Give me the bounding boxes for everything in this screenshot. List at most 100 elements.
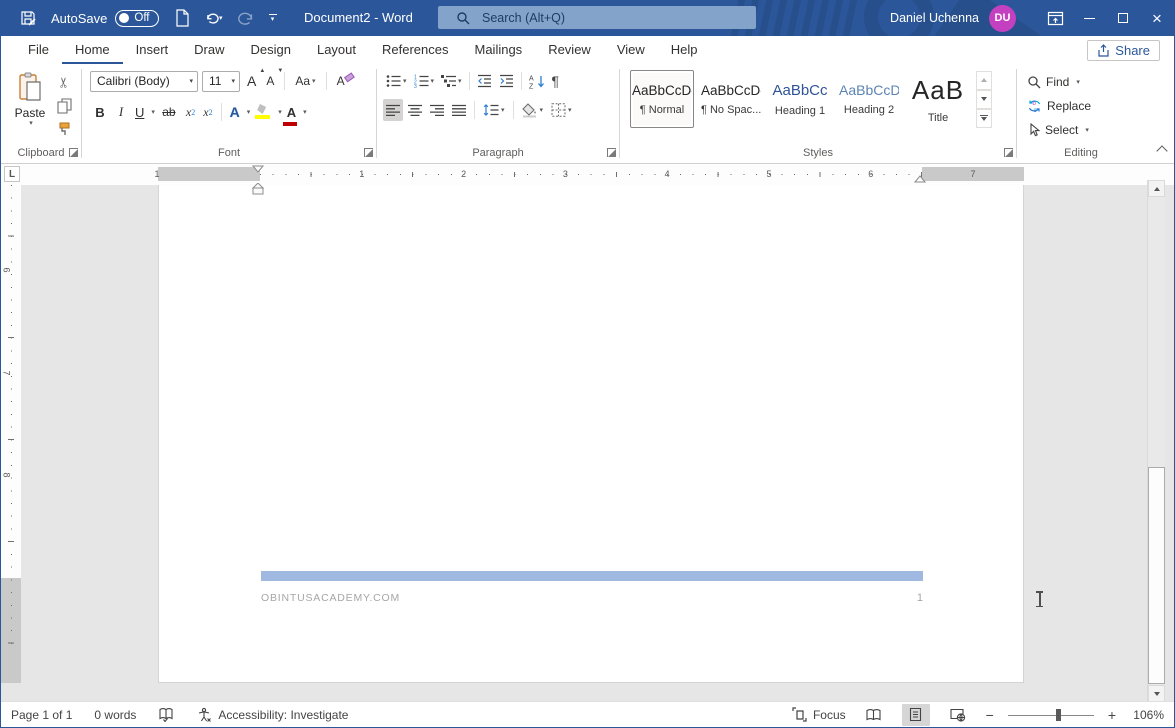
- tab-insert[interactable]: Insert: [123, 36, 182, 64]
- tab-home[interactable]: Home: [62, 36, 123, 64]
- tab-design[interactable]: Design: [238, 36, 304, 64]
- style-heading1[interactable]: AaBbCc Heading 1: [768, 70, 832, 128]
- tab-draw[interactable]: Draw: [181, 36, 237, 64]
- shading-button[interactable]: ▾: [519, 99, 547, 121]
- new-document-icon[interactable]: [173, 9, 191, 27]
- zoom-in-button[interactable]: +: [1108, 707, 1116, 723]
- highlight-color-button[interactable]: [252, 101, 274, 123]
- zoom-out-button[interactable]: −: [986, 707, 994, 723]
- clear-formatting-button[interactable]: A: [334, 70, 357, 92]
- copy-button[interactable]: [53, 96, 75, 116]
- text-effects-button[interactable]: A: [227, 101, 243, 123]
- accessibility-checker[interactable]: Accessibility: Investigate: [196, 707, 348, 723]
- zoom-percentage[interactable]: 106%: [1130, 708, 1164, 722]
- maximize-button[interactable]: [1106, 0, 1140, 36]
- font-dialog-launcher[interactable]: [364, 148, 373, 157]
- cut-button[interactable]: ✂: [53, 72, 75, 92]
- font-color-chevron-icon[interactable]: ▾: [303, 109, 307, 116]
- increase-indent-button[interactable]: [496, 70, 517, 92]
- text-effects-chevron-icon[interactable]: ▾: [247, 109, 251, 116]
- bold-button[interactable]: B: [90, 101, 110, 123]
- document-page[interactable]: OBINTUSACADEMY.COM 1: [158, 185, 1024, 683]
- read-mode-button[interactable]: [860, 704, 888, 726]
- tab-review[interactable]: Review: [535, 36, 604, 64]
- italic-button[interactable]: I: [112, 101, 130, 123]
- paragraph-dialog-launcher[interactable]: [607, 148, 616, 157]
- tab-stop-selector[interactable]: L: [4, 166, 20, 182]
- paste-button[interactable]: Paste ▾: [11, 72, 49, 138]
- style-normal[interactable]: AaBbCcDc ¶ Normal: [630, 70, 694, 128]
- justify-button[interactable]: [449, 99, 469, 121]
- styles-dialog-launcher[interactable]: [1004, 148, 1013, 157]
- scrollbar-thumb[interactable]: [1148, 467, 1165, 684]
- minimize-button[interactable]: [1072, 0, 1106, 36]
- font-color-button[interactable]: A: [284, 101, 299, 123]
- multilevel-list-button[interactable]: ▾: [438, 70, 465, 92]
- style-no-spacing[interactable]: AaBbCcDc ¶ No Spac...: [699, 70, 763, 128]
- share-button[interactable]: Share: [1087, 40, 1160, 61]
- underline-chevron-icon[interactable]: ▾: [151, 109, 155, 116]
- sort-button[interactable]: A Z: [526, 70, 548, 92]
- right-indent-marker[interactable]: [914, 175, 926, 183]
- zoom-slider-thumb[interactable]: [1056, 709, 1061, 721]
- focus-button[interactable]: Focus: [792, 707, 846, 722]
- collapse-ribbon-icon[interactable]: [1156, 145, 1167, 156]
- proofing-errors-button[interactable]: [158, 707, 174, 722]
- user-name[interactable]: Daniel Uchenna: [890, 11, 979, 25]
- scroll-up-button[interactable]: [1148, 180, 1165, 197]
- first-line-indent-marker[interactable]: [252, 165, 264, 173]
- change-case-button[interactable]: Aa▾: [292, 70, 318, 92]
- replace-button[interactable]: bc Replace: [1027, 94, 1145, 118]
- styles-scroll-down-button[interactable]: [976, 90, 992, 109]
- tab-mailings[interactable]: Mailings: [462, 36, 536, 64]
- clipboard-dialog-launcher[interactable]: [69, 148, 78, 157]
- numbering-button[interactable]: 123 ▾: [411, 70, 438, 92]
- undo-chevron-icon[interactable]: ▾: [219, 15, 223, 22]
- ribbon-display-options-button[interactable]: [1038, 0, 1072, 36]
- avatar[interactable]: DU: [989, 5, 1016, 32]
- tab-view[interactable]: View: [604, 36, 658, 64]
- highlight-chevron-icon[interactable]: ▾: [278, 109, 282, 116]
- left-indent-marker[interactable]: [252, 183, 264, 195]
- undo-button[interactable]: ▾: [205, 9, 223, 27]
- line-spacing-button[interactable]: ▾: [480, 99, 508, 121]
- borders-button[interactable]: ▾: [548, 99, 575, 121]
- vertical-scrollbar[interactable]: [1147, 180, 1165, 702]
- bullets-button[interactable]: ▾: [383, 70, 410, 92]
- tab-layout[interactable]: Layout: [304, 36, 369, 64]
- grow-font-button[interactable]: A▲: [244, 70, 259, 92]
- tab-help[interactable]: Help: [658, 36, 711, 64]
- strikethrough-button[interactable]: ab: [157, 101, 181, 123]
- shrink-font-button[interactable]: A▼: [263, 70, 277, 92]
- superscript-button[interactable]: x2: [200, 101, 215, 123]
- web-layout-button[interactable]: [944, 704, 972, 726]
- tab-references[interactable]: References: [369, 36, 461, 64]
- customize-quick-access-toolbar-icon[interactable]: ▾: [269, 14, 277, 23]
- show-hide-pilcrow-button[interactable]: ¶: [549, 70, 563, 92]
- font-family-combobox[interactable]: Calibri (Body)▾: [90, 71, 198, 92]
- subscript-button[interactable]: x2: [183, 101, 198, 123]
- font-size-combobox[interactable]: 11▾: [202, 71, 240, 92]
- search-input[interactable]: Search (Alt+Q): [438, 6, 756, 29]
- print-layout-button[interactable]: [902, 704, 930, 726]
- style-title[interactable]: AaB Title: [906, 70, 970, 128]
- tab-file[interactable]: File: [15, 36, 62, 64]
- underline-button[interactable]: U: [132, 101, 147, 123]
- save-icon[interactable]: [19, 9, 37, 27]
- page-indicator[interactable]: Page 1 of 1: [11, 708, 72, 722]
- close-button[interactable]: ×: [1140, 0, 1174, 36]
- format-painter-button[interactable]: [53, 120, 75, 140]
- align-center-button[interactable]: [405, 99, 425, 121]
- styles-gallery-more-button[interactable]: [976, 109, 992, 128]
- find-button[interactable]: Find▾: [1027, 70, 1145, 94]
- align-right-button[interactable]: [427, 99, 447, 121]
- paste-chevron-icon[interactable]: ▾: [29, 120, 33, 127]
- scroll-down-button[interactable]: [1148, 685, 1165, 702]
- autosave-toggle[interactable]: Off: [115, 10, 158, 27]
- decrease-indent-button[interactable]: [474, 70, 495, 92]
- zoom-slider[interactable]: [1008, 708, 1094, 722]
- align-left-button[interactable]: [383, 99, 403, 121]
- style-heading2[interactable]: AaBbCcD Heading 2: [837, 70, 901, 128]
- select-button[interactable]: Select▾: [1027, 118, 1145, 142]
- word-count[interactable]: 0 words: [94, 708, 136, 722]
